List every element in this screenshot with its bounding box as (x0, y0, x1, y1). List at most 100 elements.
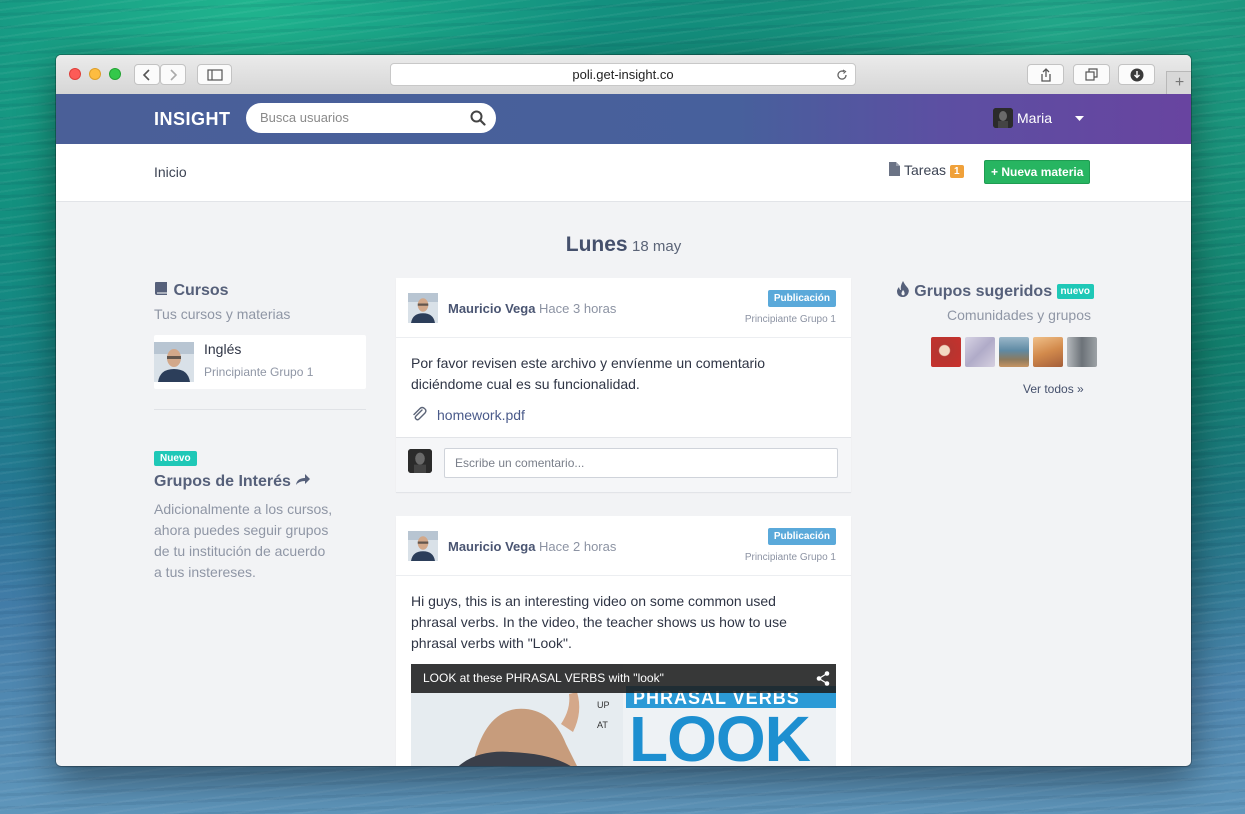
interest-groups-section: Nuevo Grupos de Interés Adicionalmente a… (154, 448, 366, 583)
author-name[interactable]: Mauricio Vega (448, 301, 535, 316)
video-big-word: LOOK (629, 703, 811, 766)
interest-groups-description: Adicionalmente a los cursos, ahora puede… (154, 499, 366, 583)
video-embed[interactable]: UP AT PHRASAL VERBS LOOK LOOK at these P… (411, 664, 836, 766)
post-type-badge: Publicación (767, 290, 836, 307)
description-line: de tu institución de acuerdo (154, 543, 326, 559)
comment-area (396, 437, 851, 493)
author-line: Mauricio Vega Hace 2 horas (448, 539, 616, 554)
date-rest: 18 may (632, 238, 682, 255)
browser-toolbar: poli.get-insight.co + (56, 55, 1191, 95)
suggested-groups-title-text: Grupos sugeridos (914, 283, 1053, 300)
paperclip-icon (413, 406, 427, 421)
date-day: Lunes (565, 233, 628, 256)
course-item[interactable]: Inglés Principiante Grupo 1 (154, 335, 366, 389)
post-text-line: phrasal verbs with "Look". (411, 635, 572, 651)
fire-icon (896, 281, 909, 297)
chevron-left-icon (142, 69, 150, 81)
post-text-line: Hi guys, this is an interesting video on… (411, 593, 776, 609)
tabs-icon (1085, 68, 1098, 81)
description-line: a tus instereses. (154, 564, 256, 580)
feed-post: Mauricio Vega Hace 2 horas Publicación P… (396, 516, 851, 766)
share-arrow-icon (296, 474, 311, 485)
new-tab-button[interactable]: + (1166, 71, 1191, 95)
courses-title-text: Cursos (173, 282, 229, 299)
new-badge: nuevo (1056, 284, 1094, 299)
whiteboard-word: UP (597, 700, 610, 710)
video-title-bar: LOOK at these PHRASAL VERBS with "look" (411, 664, 836, 693)
author-name[interactable]: Mauricio Vega (448, 539, 535, 554)
home-link[interactable]: Inicio (154, 164, 187, 180)
share-icon (1040, 68, 1051, 82)
tasks-count-badge: 1 (950, 165, 964, 178)
downloads-button[interactable] (1118, 64, 1155, 85)
post-time: Hace 3 horas (539, 301, 617, 316)
share-button[interactable] (1027, 64, 1064, 85)
forward-button[interactable] (160, 64, 186, 85)
address-bar[interactable]: poli.get-insight.co (390, 63, 856, 86)
post-header: Mauricio Vega Hace 2 horas Publicación P… (396, 516, 851, 576)
browser-window: poli.get-insight.co + INSIGHT Maria (56, 55, 1191, 766)
insight-logo[interactable]: INSIGHT (154, 109, 231, 130)
course-avatar (154, 342, 194, 382)
group-thumbnail[interactable] (999, 337, 1029, 367)
see-all-groups-link[interactable]: Ver todos » (1023, 382, 1084, 396)
user-search-input[interactable] (258, 109, 462, 126)
caret-down-icon (1075, 116, 1084, 121)
app-header: INSIGHT Maria (56, 94, 1191, 144)
courses-subtitle: Tus cursos y materias (154, 306, 291, 322)
post-text-line: diciéndome cual es su funcionalidad. (411, 376, 640, 392)
attachment-link[interactable]: homework.pdf (411, 406, 525, 423)
description-line: ahora puedes seguir grupos (154, 522, 329, 538)
close-window-button[interactable] (69, 68, 81, 80)
course-name: Inglés (204, 341, 242, 357)
new-subject-button[interactable]: + Nueva materia (984, 160, 1091, 184)
interest-groups-title[interactable]: Grupos de Interés (154, 473, 366, 491)
group-thumbnail[interactable] (965, 337, 995, 367)
suggested-groups-subtitle: Comunidades y grupos (947, 307, 1091, 323)
back-button[interactable] (134, 64, 160, 85)
url-text: poli.get-insight.co (572, 67, 674, 82)
sub-navigation: Inicio Tareas 1 + Nueva materia (56, 144, 1191, 202)
chevron-right-icon (170, 69, 178, 81)
group-thumbnail[interactable] (1033, 337, 1063, 367)
post-type-badge: Publicación (767, 528, 836, 545)
post-text-line: Por favor revisen este archivo y envíenm… (411, 355, 766, 371)
post-body: Hi guys, this is an interesting video on… (411, 591, 831, 654)
video-share-icon[interactable] (816, 671, 830, 686)
user-avatar (993, 108, 1013, 128)
group-thumbnail[interactable] (931, 337, 961, 367)
post-group[interactable]: Principiante Grupo 1 (745, 314, 836, 325)
suggested-groups-title: Grupos sugeridos nuevo (884, 281, 1094, 301)
post-text-line: phrasal verbs. In the video, the teacher… (411, 614, 787, 630)
document-icon (889, 162, 900, 176)
zoom-window-button[interactable] (109, 68, 121, 80)
section-divider (154, 409, 366, 410)
course-group: Principiante Grupo 1 (204, 365, 314, 379)
post-time: Hace 2 horas (539, 539, 617, 554)
user-name: Maria (1017, 110, 1053, 126)
minimize-window-button[interactable] (89, 68, 101, 80)
sidebar-toggle-button[interactable] (197, 64, 232, 85)
video-title[interactable]: LOOK at these PHRASAL VERBS with "look" (423, 671, 664, 685)
tasks-link[interactable]: Tareas 1 (889, 162, 964, 182)
comment-input[interactable] (444, 448, 838, 478)
download-icon (1130, 68, 1143, 82)
author-avatar[interactable] (408, 531, 438, 561)
post-body: Por favor revisen este archivo y envíenm… (411, 353, 831, 395)
date-heading: Lunes 18 may (56, 233, 1191, 257)
commenter-avatar (408, 449, 432, 473)
left-column: Cursos Tus cursos y materias Inglés Prin… (154, 281, 366, 580)
search-box (246, 103, 496, 133)
new-badge: Nuevo (154, 451, 197, 466)
post-group[interactable]: Principiante Grupo 1 (745, 552, 836, 563)
search-icon[interactable] (470, 110, 486, 126)
author-avatar[interactable] (408, 293, 438, 323)
whiteboard-word: AT (597, 720, 608, 730)
post-header: Mauricio Vega Hace 3 horas Publicación P… (396, 278, 851, 338)
tabs-overview-button[interactable] (1073, 64, 1110, 85)
interest-groups-title-text: Grupos de Interés (154, 473, 291, 490)
courses-title: Cursos (154, 281, 366, 300)
group-thumbnail[interactable] (1067, 337, 1097, 367)
book-icon (155, 282, 167, 295)
reload-icon[interactable] (836, 69, 848, 81)
